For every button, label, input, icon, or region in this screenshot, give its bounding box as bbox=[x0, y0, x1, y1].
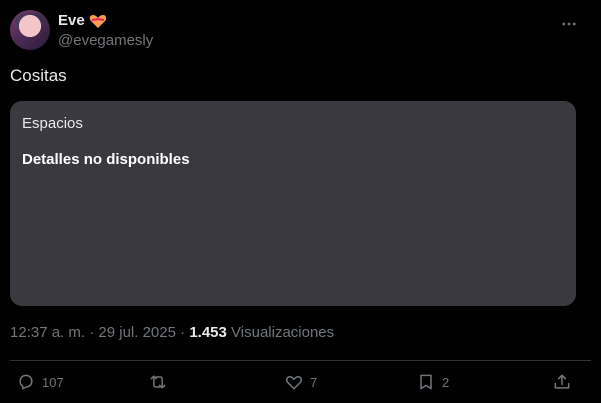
more-dots-icon bbox=[562, 22, 576, 26]
heart-with-ribbon-icon bbox=[89, 13, 107, 29]
reply-icon bbox=[19, 374, 33, 390]
tweet-time[interactable]: 12:37 a. m. bbox=[10, 324, 85, 341]
like-button[interactable]: 7 bbox=[284, 372, 317, 392]
share-icon bbox=[554, 374, 570, 389]
tweet-text: Cositas bbox=[10, 66, 67, 85]
heart-icon bbox=[285, 376, 303, 390]
avatar[interactable] bbox=[10, 10, 50, 50]
space-label: Espacios bbox=[22, 115, 83, 132]
reply-count: 107 bbox=[42, 374, 64, 390]
views-label: Visualizaciones bbox=[231, 324, 335, 341]
name-row: Eve bbox=[58, 12, 107, 29]
divider bbox=[10, 360, 591, 361]
tweet-meta: 12:37 a. m. · 29 jul. 2025 · 1.453 Visua… bbox=[10, 324, 334, 341]
meta-separator: · bbox=[89, 324, 95, 341]
space-status: Detalles no disponibles bbox=[22, 151, 190, 168]
like-count: 7 bbox=[310, 374, 318, 390]
bookmark-icon bbox=[420, 374, 432, 390]
bookmark-count: 2 bbox=[442, 374, 450, 390]
display-name[interactable]: Eve bbox=[58, 12, 85, 29]
space-card[interactable]: Espacios Detalles no disponibles bbox=[10, 101, 576, 306]
user-handle[interactable]: @evegamesly bbox=[58, 32, 153, 49]
more-options-button[interactable] bbox=[557, 14, 581, 34]
reply-button[interactable]: 107 bbox=[16, 372, 64, 392]
retweet-icon bbox=[150, 375, 166, 389]
share-button[interactable] bbox=[552, 372, 572, 392]
views-count: 1.453 bbox=[189, 324, 227, 341]
tweet-date[interactable]: 29 jul. 2025 bbox=[98, 324, 176, 341]
retweet-button[interactable] bbox=[148, 372, 174, 392]
action-bar: 107 7 2 bbox=[10, 372, 581, 396]
meta-separator: · bbox=[180, 324, 186, 341]
tweet-header: Eve @evegamesly bbox=[10, 10, 581, 54]
bookmark-button[interactable]: 2 bbox=[416, 372, 449, 392]
